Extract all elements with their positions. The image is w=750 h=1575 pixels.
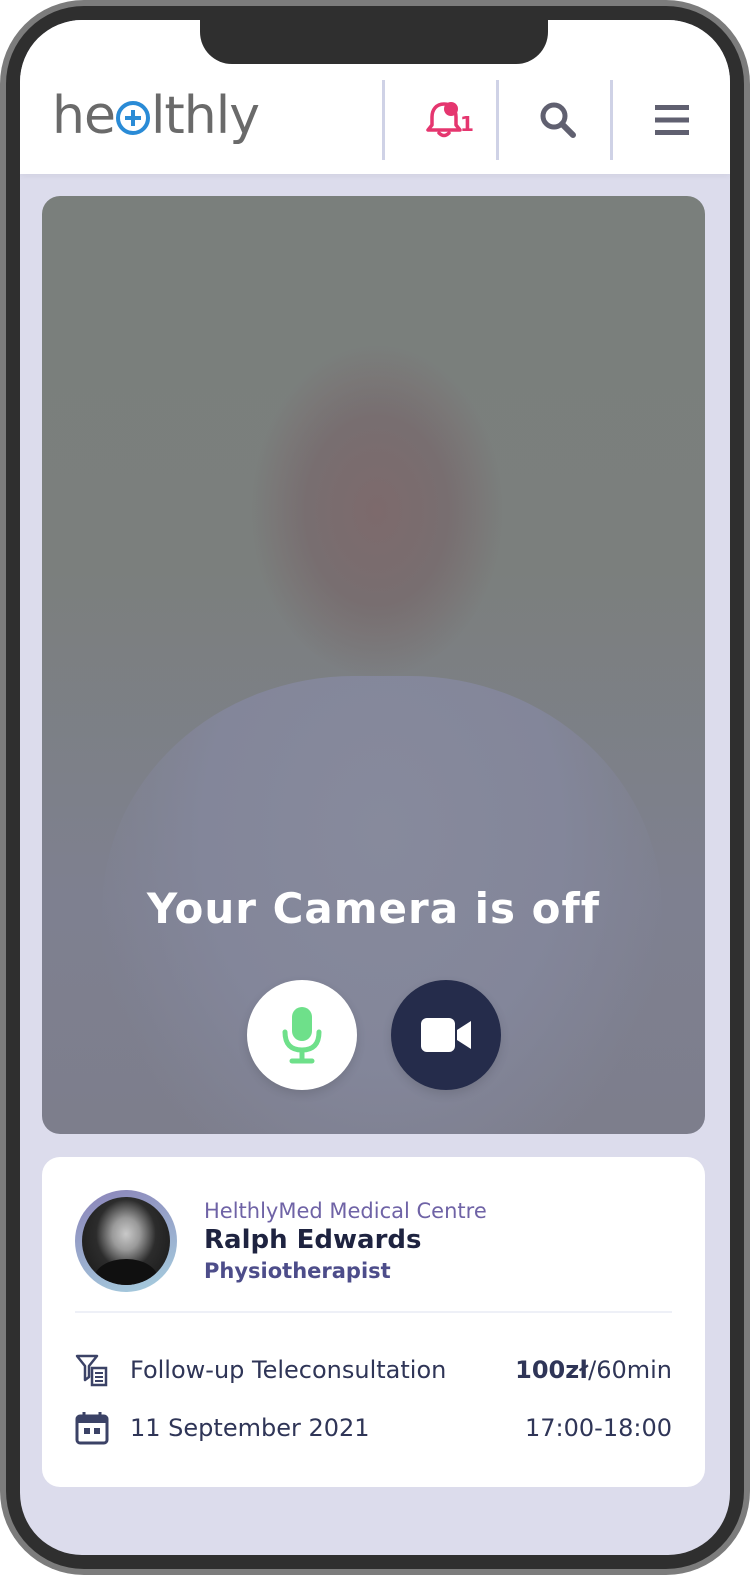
- logo-plus-icon: [115, 101, 150, 135]
- header-divider: [496, 80, 499, 160]
- appointment-card: HelthlyMed Medical Centre Ralph Edwards …: [42, 1157, 705, 1487]
- doctor-avatar-ring: [75, 1190, 177, 1292]
- notification-dot: [444, 102, 458, 116]
- notifications-button[interactable]: 1: [388, 80, 500, 160]
- calendar-icon: [75, 1412, 109, 1445]
- header-divider: [610, 80, 613, 160]
- notification-count: 1: [460, 112, 474, 136]
- medical-centre-name: HelthlyMed Medical Centre: [204, 1199, 487, 1223]
- filter-document-icon: [75, 1354, 108, 1387]
- camera-status-text: Your Camera is off: [146, 884, 601, 933]
- phone-bezel: he lthly 1 Your Camera is off HelthlyMed…: [6, 6, 744, 1569]
- microphone-toggle-button[interactable]: [247, 980, 357, 1090]
- microphone-icon: [282, 1007, 322, 1064]
- camera-toggle-button[interactable]: [391, 980, 501, 1090]
- healthly-logo[interactable]: he lthly: [52, 86, 260, 146]
- search-button[interactable]: [502, 80, 614, 160]
- duration: /60min: [588, 1356, 672, 1384]
- video-preview: Your Camera is off: [42, 196, 705, 1134]
- phone-frame: he lthly 1 Your Camera is off HelthlyMed…: [0, 0, 750, 1575]
- device-notch: [200, 20, 548, 64]
- price: 100zł: [515, 1356, 589, 1384]
- hamburger-menu-icon: [655, 105, 689, 135]
- service-name: Follow-up Teleconsultation: [130, 1356, 447, 1384]
- doctor-specialty: Physiotherapist: [204, 1259, 391, 1283]
- search-icon: [540, 102, 576, 138]
- doctor-avatar[interactable]: [82, 1197, 170, 1285]
- screen: he lthly 1 Your Camera is off HelthlyMed…: [20, 20, 730, 1555]
- doctor-name: Ralph Edwards: [204, 1225, 422, 1255]
- appointment-time: 17:00-18:00: [525, 1414, 672, 1442]
- blurred-person-head: [252, 346, 502, 676]
- price-duration: 100zł/60min: [515, 1356, 672, 1384]
- header-divider: [382, 80, 385, 160]
- card-divider: [75, 1311, 672, 1313]
- appointment-date: 11 September 2021: [130, 1414, 370, 1442]
- video-camera-icon: [421, 1018, 471, 1052]
- menu-button[interactable]: [616, 80, 728, 160]
